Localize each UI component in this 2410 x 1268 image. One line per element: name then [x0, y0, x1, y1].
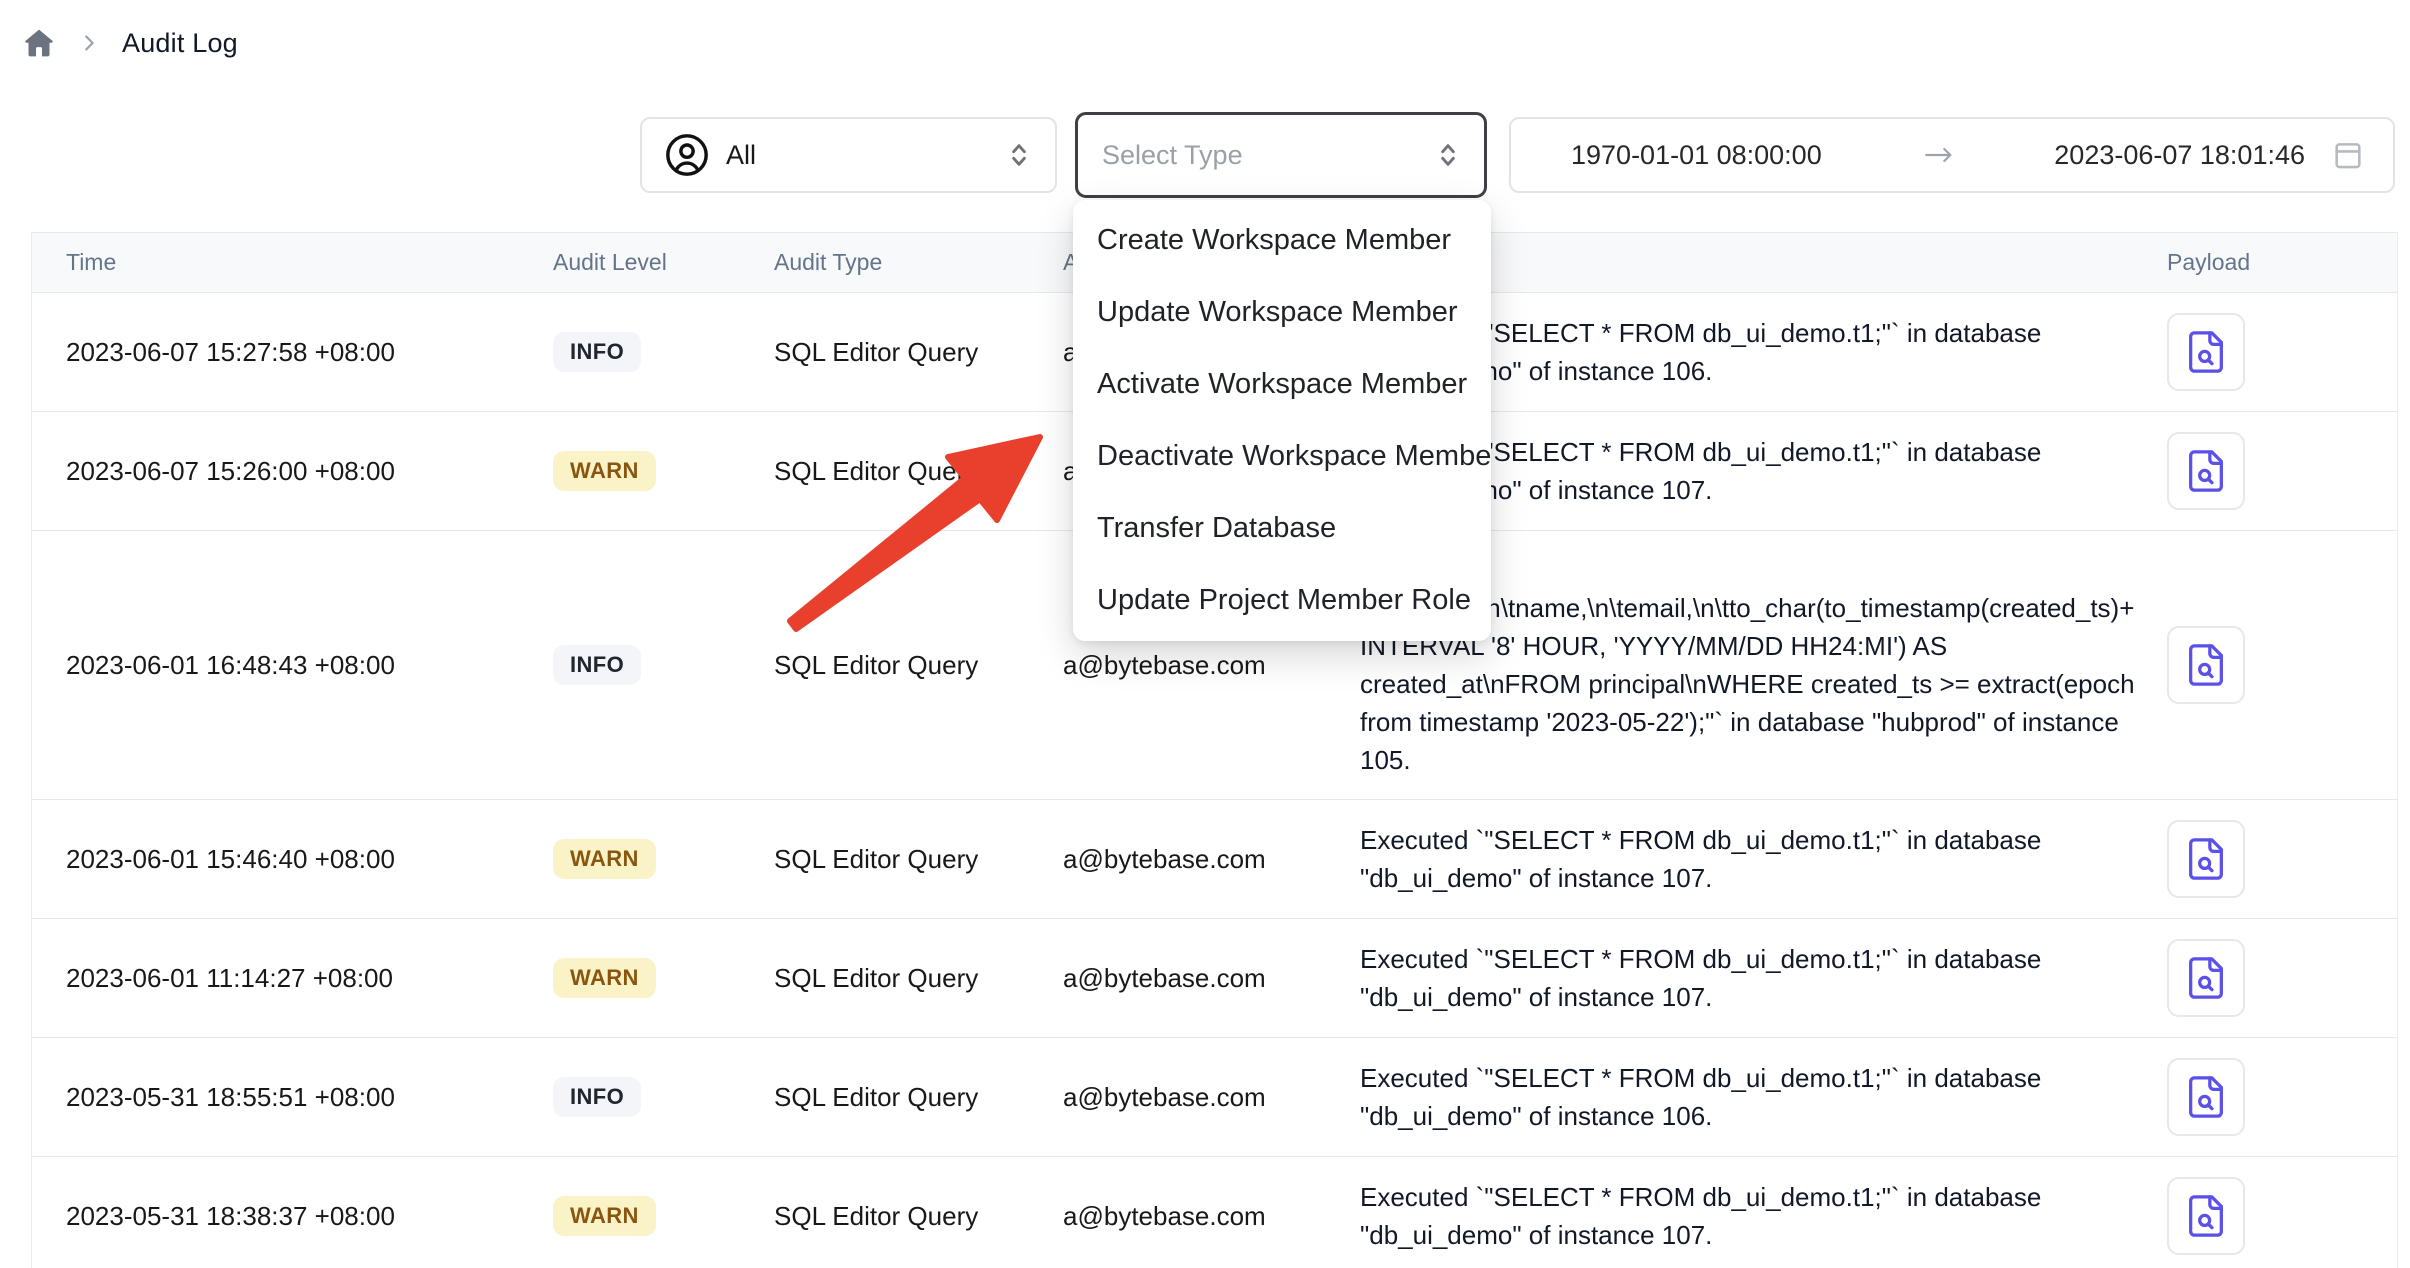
- table-row: 2023-05-31 18:38:37 +08:00WARN SQL Editor…: [32, 1157, 2397, 1268]
- home-icon[interactable]: [22, 26, 56, 60]
- actor-cell: a@bytebase.com: [1063, 943, 1360, 1014]
- audit-level-cell: WARN: [553, 938, 774, 1018]
- file-search-icon: [2183, 955, 2229, 1001]
- audit-level-cell: WARN: [553, 1176, 774, 1256]
- audit-level-cell: INFO: [553, 625, 774, 705]
- audit-type-cell: SQL Editor Query: [774, 1062, 1063, 1133]
- type-option[interactable]: Update Workspace Member: [1073, 276, 1491, 348]
- file-search-icon: [2183, 836, 2229, 882]
- audit-level-badge: INFO: [553, 1077, 641, 1117]
- payload-cell: [2167, 919, 2397, 1037]
- time-cell: 2023-06-01 11:14:27 +08:00: [32, 943, 553, 1014]
- comment-cell: Executed `"SELECT * FROM db_ui_demo.t1;"…: [1360, 1039, 2167, 1155]
- audit-level-cell: WARN: [553, 819, 774, 899]
- page-title: Audit Log: [122, 28, 238, 59]
- audit-level-badge: WARN: [553, 1196, 656, 1236]
- audit-level-badge: WARN: [553, 839, 656, 879]
- time-cell: 2023-06-07 15:26:00 +08:00: [32, 436, 553, 507]
- audit-type-cell: SQL Editor Query: [774, 630, 1063, 701]
- column-header-audit-type: Audit Type: [774, 249, 1063, 276]
- payload-cell: [2167, 412, 2397, 530]
- table-row: 2023-06-01 15:46:40 +08:00WARN SQL Editor…: [32, 800, 2397, 919]
- column-header-time: Time: [32, 249, 553, 276]
- type-option[interactable]: Activate Workspace Member: [1073, 348, 1491, 420]
- payload-cell: [2167, 606, 2397, 724]
- type-dropdown-menu: Create Workspace MemberUpdate Workspace …: [1073, 200, 1491, 641]
- payload-cell: [2167, 800, 2397, 918]
- file-search-icon: [2183, 642, 2229, 688]
- audit-level-badge: WARN: [553, 958, 656, 998]
- time-cell: 2023-05-31 18:55:51 +08:00: [32, 1062, 553, 1133]
- audit-level-badge: WARN: [553, 451, 656, 491]
- type-filter-select[interactable]: Select Type: [1075, 112, 1487, 198]
- time-cell: 2023-05-31 18:38:37 +08:00: [32, 1181, 553, 1252]
- date-range-end[interactable]: 2023-06-07 18:01:46: [2054, 140, 2305, 171]
- audit-log-page: Audit Log All Select Type 1970-01-01 08:…: [0, 0, 2410, 1268]
- file-search-icon: [2183, 448, 2229, 494]
- type-option[interactable]: Transfer Database: [1073, 492, 1491, 564]
- audit-type-cell: SQL Editor Query: [774, 943, 1063, 1014]
- payload-view-button[interactable]: [2167, 1177, 2245, 1255]
- user-filter-select[interactable]: All: [640, 117, 1057, 193]
- user-filter-value: All: [726, 140, 987, 171]
- payload-view-button[interactable]: [2167, 626, 2245, 704]
- audit-level-cell: WARN: [553, 431, 774, 511]
- breadcrumb: Audit Log: [22, 26, 238, 60]
- audit-level-badge: INFO: [553, 332, 641, 372]
- file-search-icon: [2183, 1193, 2229, 1239]
- table-row: 2023-06-01 11:14:27 +08:00WARN SQL Editor…: [32, 919, 2397, 1038]
- calendar-icon[interactable]: [2331, 138, 2365, 172]
- audit-type-cell: SQL Editor Query: [774, 436, 1063, 507]
- actor-cell: a@bytebase.com: [1063, 1062, 1360, 1133]
- actor-cell: a@bytebase.com: [1063, 824, 1360, 895]
- payload-view-button[interactable]: [2167, 939, 2245, 1017]
- payload-view-button[interactable]: [2167, 1058, 2245, 1136]
- payload-view-button[interactable]: [2167, 313, 2245, 391]
- audit-level-badge: INFO: [553, 645, 641, 685]
- audit-level-cell: INFO: [553, 1057, 774, 1137]
- chevron-right-icon: [78, 32, 100, 54]
- payload-view-button[interactable]: [2167, 432, 2245, 510]
- file-search-icon: [2183, 1074, 2229, 1120]
- audit-type-cell: SQL Editor Query: [774, 824, 1063, 895]
- time-cell: 2023-06-07 15:27:58 +08:00: [32, 317, 553, 388]
- comment-cell: Executed `"SELECT * FROM db_ui_demo.t1;"…: [1360, 801, 2167, 917]
- audit-level-cell: INFO: [553, 312, 774, 392]
- file-search-icon: [2183, 329, 2229, 375]
- date-range-start[interactable]: 1970-01-01 08:00:00: [1571, 140, 1822, 171]
- actor-cell: a@bytebase.com: [1063, 1181, 1360, 1252]
- type-option[interactable]: Deactivate Workspace Member: [1073, 420, 1491, 492]
- time-cell: 2023-06-01 15:46:40 +08:00: [32, 824, 553, 895]
- type-option[interactable]: Update Project Member Role: [1073, 564, 1491, 636]
- comment-cell: Executed `"SELECT * FROM db_ui_demo.t1;"…: [1360, 920, 2167, 1036]
- payload-view-button[interactable]: [2167, 820, 2245, 898]
- type-filter-placeholder: Select Type: [1102, 140, 1416, 171]
- chevrons-up-down-icon: [1432, 139, 1464, 171]
- column-header-audit-level: Audit Level: [553, 249, 774, 276]
- table-row: 2023-05-31 18:55:51 +08:00INFO SQL Editor…: [32, 1038, 2397, 1157]
- payload-cell: [2167, 1157, 2397, 1268]
- time-cell: 2023-06-01 16:48:43 +08:00: [32, 630, 553, 701]
- audit-type-cell: SQL Editor Query: [774, 1181, 1063, 1252]
- payload-cell: [2167, 293, 2397, 411]
- type-option[interactable]: Create Workspace Member: [1073, 204, 1491, 276]
- column-header-payload: Payload: [2167, 249, 2397, 276]
- comment-cell: Executed `"SELECT * FROM db_ui_demo.t1;"…: [1360, 1158, 2167, 1268]
- date-range-picker[interactable]: 1970-01-01 08:00:00 2023-06-07 18:01:46: [1509, 117, 2395, 193]
- user-circle-icon: [664, 132, 710, 178]
- chevrons-up-down-icon: [1003, 139, 1035, 171]
- payload-cell: [2167, 1038, 2397, 1156]
- audit-type-cell: SQL Editor Query: [774, 317, 1063, 388]
- arrow-right-icon: [1822, 141, 2055, 169]
